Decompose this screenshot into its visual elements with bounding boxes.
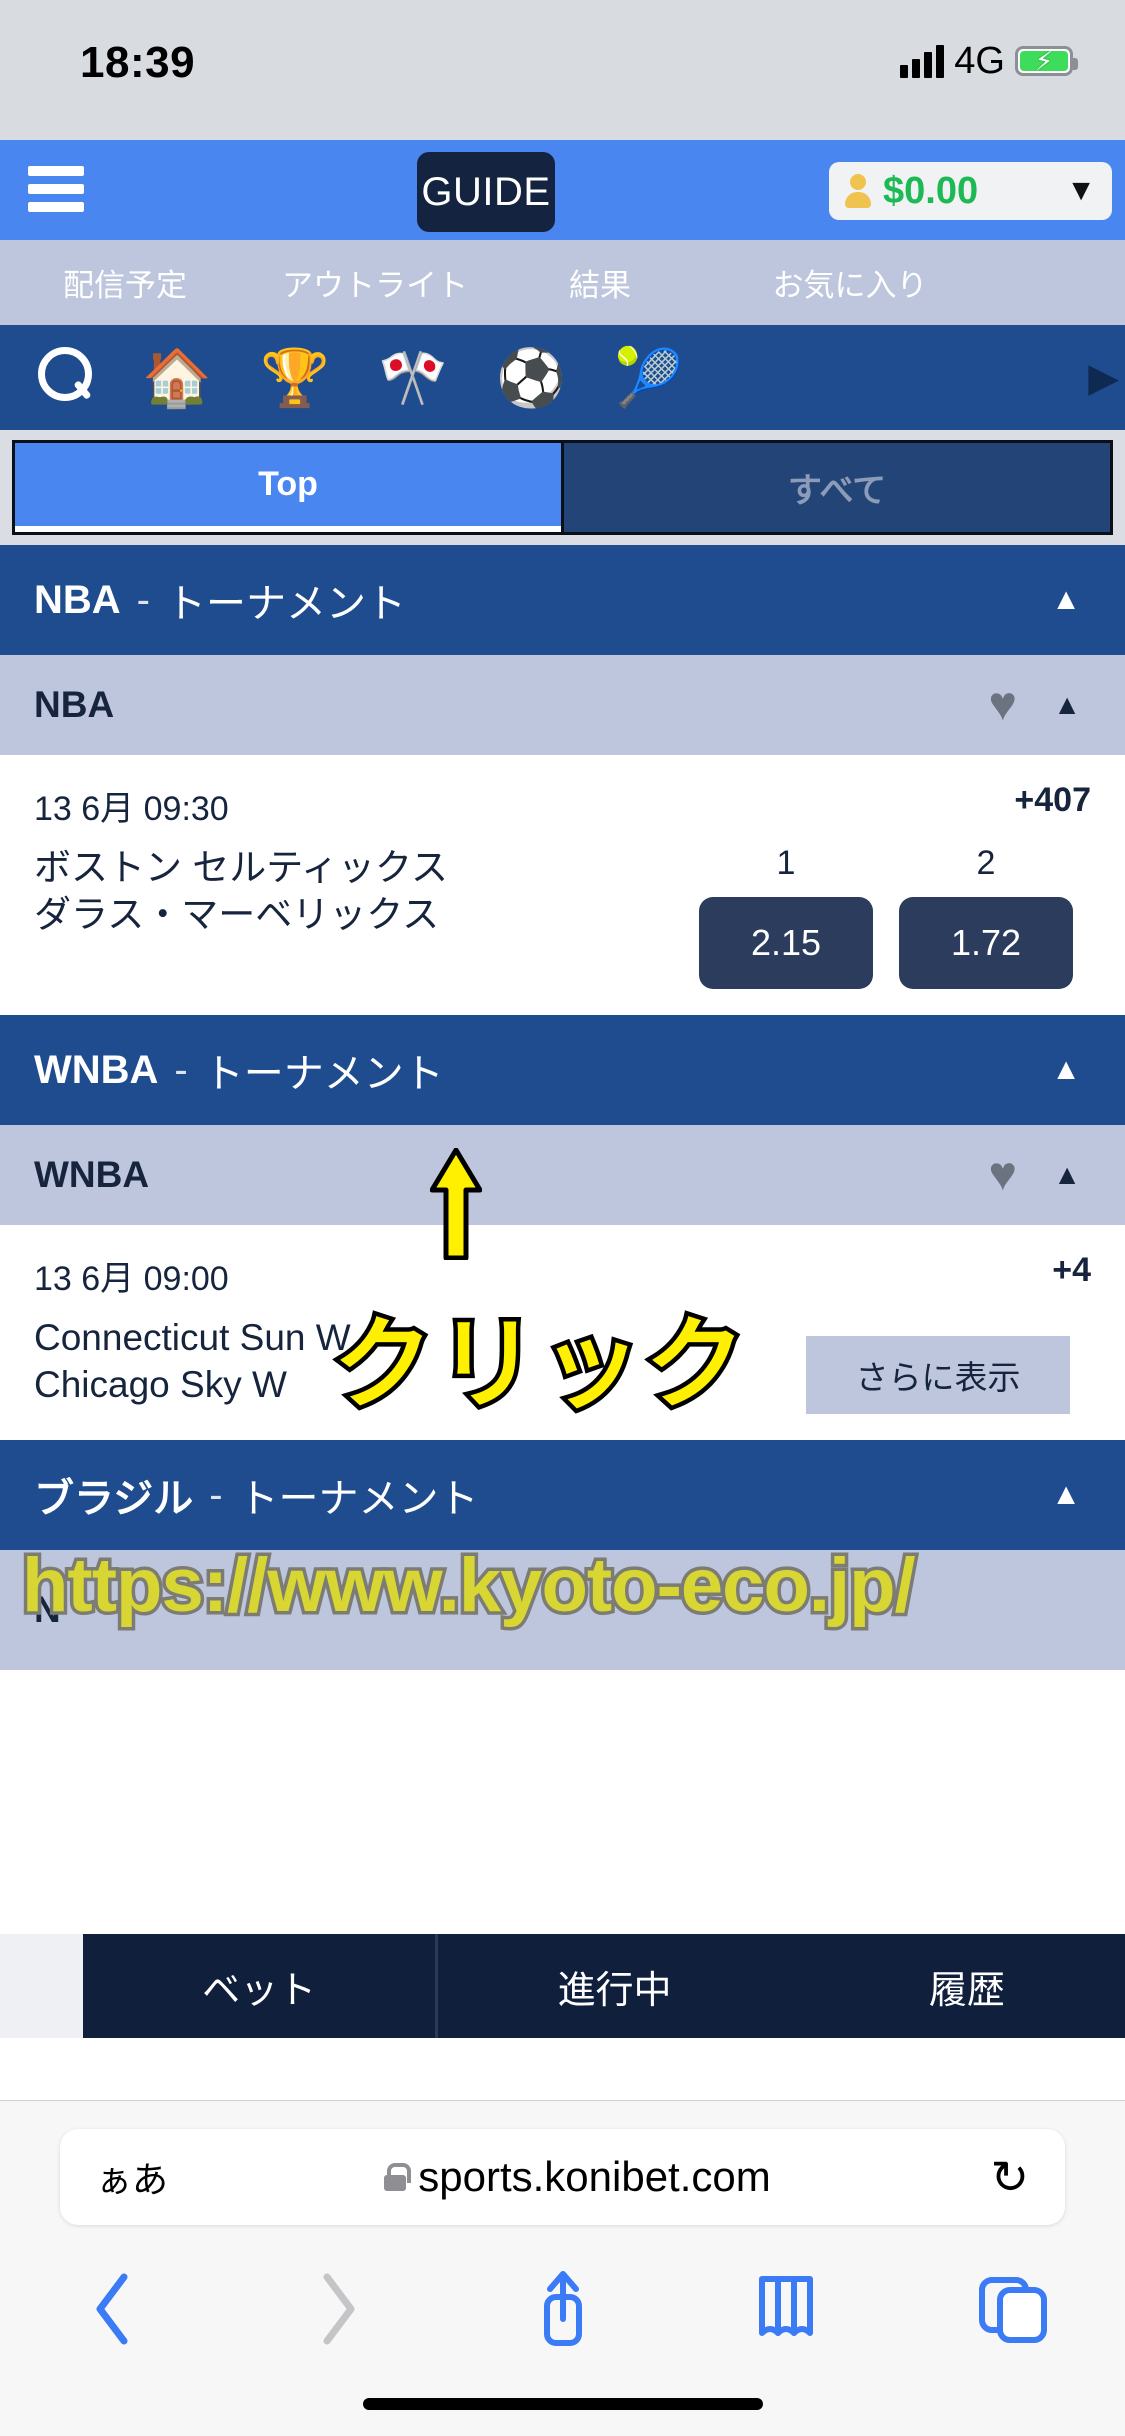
- soccer-ball-icon[interactable]: ⚽: [472, 349, 590, 406]
- section-header-nba[interactable]: NBA - トーナメント ▲: [0, 545, 1125, 655]
- section-subtitle: トーナメント: [238, 1477, 479, 1521]
- odds-group: 1 2.15 2 1.72: [699, 844, 1091, 989]
- url-text: sports.konibet.com: [418, 2153, 771, 2200]
- collapse-icon[interactable]: ▲: [1051, 1478, 1081, 1512]
- segment-control: Top すべて: [12, 440, 1113, 535]
- safari-toolbar: [0, 2249, 1125, 2369]
- chevron-down-icon: ▼: [1066, 174, 1096, 207]
- scroll-right-arrow-icon[interactable]: ▶: [1088, 358, 1119, 398]
- odd-button[interactable]: 1.72: [899, 897, 1073, 989]
- odd-button[interactable]: 2.15: [699, 897, 873, 989]
- subnav-item-outright[interactable]: アウトライト: [250, 260, 500, 305]
- odd-label: 1: [776, 844, 796, 882]
- section-header-brazil[interactable]: ブラジル - トーナメント ▲: [0, 1440, 1125, 1550]
- phone-screen: 18:39 4G ⚡ GUIDE $0.00 ▼ 配信予定 アウトライト 結果 …: [0, 0, 1125, 2436]
- bookmarks-icon[interactable]: [675, 2273, 900, 2345]
- odd-1: 1 2.15: [699, 844, 873, 989]
- balance-button[interactable]: $0.00 ▼: [829, 162, 1112, 220]
- tab-all[interactable]: すべて: [561, 443, 1110, 532]
- section-separator: -: [209, 1472, 223, 1517]
- section-subtitle: トーナメント: [203, 1052, 444, 1096]
- tab-top[interactable]: Top: [15, 443, 561, 532]
- sub-navigation: 配信予定 アウトライト 結果 お気に入り: [0, 240, 1125, 325]
- match-time: 13 6月 09:00: [34, 1260, 229, 1298]
- league-name: WNBA: [34, 1154, 150, 1195]
- battery-charging-icon: ⚡: [1015, 46, 1078, 76]
- team-names: ボストン セルティックス ダラス・マーベリックス: [34, 844, 699, 939]
- odd-2: 2 1.72: [899, 844, 1073, 989]
- more-markets-count[interactable]: +407: [1014, 781, 1091, 820]
- bet-tab-history[interactable]: 履歴: [791, 1934, 1125, 2038]
- match-row-nba[interactable]: 13 6月 09:30 +407 ボストン セルティックス ダラス・マーベリック…: [0, 755, 1125, 1015]
- segment-control-wrap: Top すべて: [0, 430, 1125, 545]
- more-markets-count[interactable]: +4: [1052, 1251, 1091, 1290]
- favorite-heart-icon[interactable]: ♥: [989, 681, 1018, 729]
- reload-icon[interactable]: ↻: [939, 2154, 1029, 2200]
- guide-button[interactable]: GUIDE: [417, 152, 555, 232]
- status-indicators: 4G ⚡: [900, 40, 1078, 82]
- up-arrow-annotation: [430, 1148, 482, 1260]
- url-display[interactable]: sports.konibet.com: [216, 2153, 939, 2201]
- tennis-ball-icon[interactable]: 🎾: [590, 349, 708, 406]
- collapse-icon[interactable]: ▲: [1051, 1053, 1081, 1087]
- share-icon[interactable]: [450, 2267, 675, 2351]
- lock-icon: [384, 2163, 412, 2191]
- app-header: GUIDE $0.00 ▼: [0, 140, 1125, 240]
- team-home: ボストン セルティックス: [34, 847, 448, 888]
- subnav-item-schedule[interactable]: 配信予定: [0, 260, 250, 305]
- team-away: ダラス・マーベリックス: [34, 894, 440, 936]
- bet-tab-bet[interactable]: ベット: [83, 1934, 439, 2038]
- league-collapse-icon[interactable]: ▲: [1053, 1159, 1081, 1191]
- hamburger-menu-icon[interactable]: [28, 166, 84, 212]
- text-size-button[interactable]: ぁあ: [96, 2151, 216, 2203]
- section-title: WNBA: [34, 1047, 159, 1092]
- section-subtitle: トーナメント: [166, 582, 406, 626]
- signal-bars-icon: [900, 44, 945, 78]
- subnav-item-favorites[interactable]: お気に入り: [700, 260, 1000, 305]
- section-title: NBA: [34, 577, 121, 622]
- league-collapse-icon[interactable]: ▲: [1053, 689, 1081, 721]
- match-body: ボストン セルティックス ダラス・マーベリックス 1 2.15 2 1.72: [34, 830, 1091, 1015]
- bet-bar: ベット 進行中 履歴: [83, 1934, 1125, 2038]
- section-separator: -: [136, 577, 150, 622]
- status-bar: 18:39 4G ⚡: [0, 0, 1125, 140]
- sport-icon-bar: 🏠 🏆 🎌 ⚽ 🎾 ▶: [0, 325, 1125, 430]
- trophy-icon[interactable]: 🏆: [236, 349, 354, 406]
- star-flag-icon[interactable]: 🎌: [354, 349, 472, 406]
- address-bar[interactable]: ぁあ sports.konibet.com ↻: [60, 2129, 1065, 2225]
- back-icon[interactable]: [0, 2271, 225, 2347]
- safari-bottom-bar: ぁあ sports.konibet.com ↻: [0, 2100, 1125, 2436]
- click-annotation-text: クリック: [329, 1305, 750, 1426]
- home-indicator: [362, 2398, 763, 2410]
- league-row-nba[interactable]: NBA ♥ ▲: [0, 655, 1125, 755]
- show-more-button[interactable]: さらに表示: [806, 1336, 1070, 1414]
- odd-label: 2: [976, 844, 996, 882]
- home-icon[interactable]: 🏠: [118, 349, 236, 406]
- league-name: NBA: [34, 684, 115, 725]
- collapse-icon[interactable]: ▲: [1051, 583, 1081, 617]
- section-separator: -: [174, 1047, 188, 1092]
- bet-tab-inplay[interactable]: 進行中: [438, 1934, 790, 2038]
- person-icon: [845, 174, 871, 208]
- watermark-url-text: https://www.kyoto-eco.jp/: [19, 1540, 920, 1632]
- network-type-label: 4G: [954, 40, 1005, 82]
- forward-icon: [225, 2271, 450, 2347]
- tabs-icon[interactable]: [900, 2272, 1125, 2346]
- section-title: ブラジル: [34, 1477, 194, 1521]
- match-time: 13 6月 09:30: [34, 790, 229, 828]
- subnav-item-results[interactable]: 結果: [500, 260, 700, 305]
- balance-amount: $0.00: [883, 169, 979, 212]
- favorite-heart-icon[interactable]: ♥: [989, 1151, 1018, 1199]
- league-row-wnba[interactable]: WNBA ♥ ▲: [0, 1125, 1125, 1225]
- search-icon[interactable]: [0, 347, 118, 408]
- section-header-wnba[interactable]: WNBA - トーナメント ▲: [0, 1015, 1125, 1125]
- status-time: 18:39: [80, 38, 196, 87]
